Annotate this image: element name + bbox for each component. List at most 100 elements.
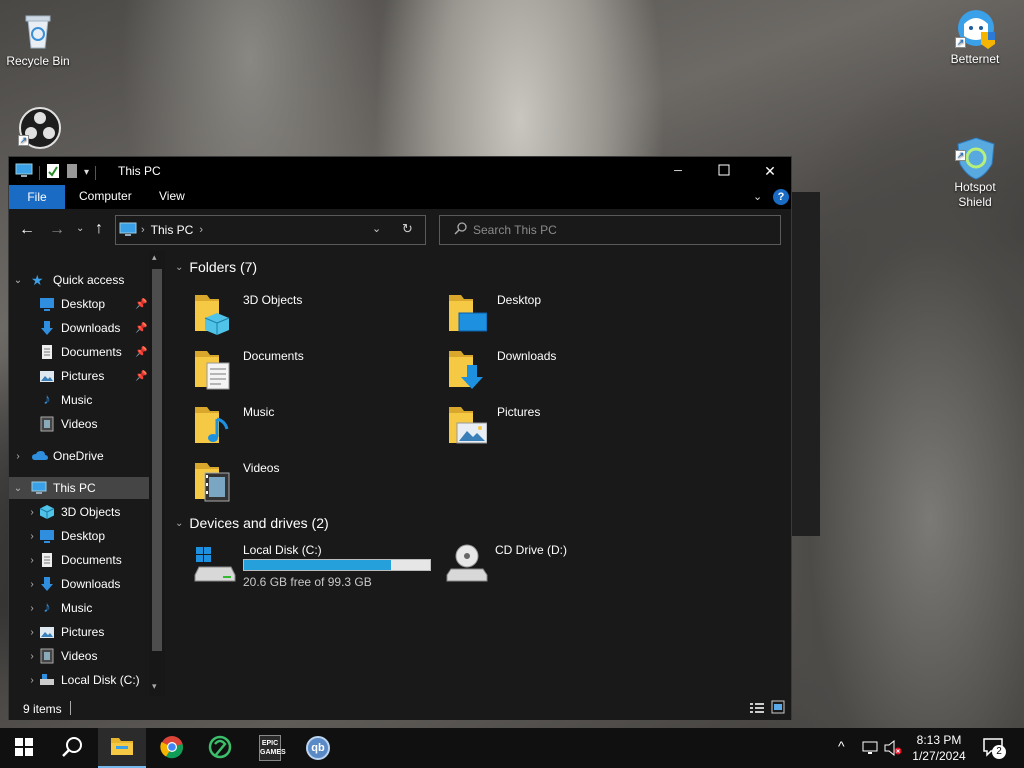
tab-computer[interactable]: Computer (79, 189, 132, 203)
recent-locations-button[interactable]: ⌄ (76, 223, 84, 234)
maximize-button[interactable] (701, 157, 747, 185)
nav-pc-3d-objects[interactable]: › 3D Objects (25, 501, 120, 523)
scroll-down-icon[interactable]: ▾ (152, 681, 157, 692)
pin-icon[interactable]: 📌 (135, 371, 147, 382)
chevron-right-icon[interactable]: › (25, 507, 39, 518)
new-folder-icon[interactable] (66, 163, 78, 182)
chevron-right-icon[interactable]: › (25, 627, 39, 638)
nav-quick-videos[interactable]: Videos (39, 413, 97, 435)
quick-access-toolbar: ▾ (15, 163, 97, 182)
nav-pc-local-disk[interactable]: › Local Disk (C:) (25, 669, 139, 691)
network-icon[interactable] (862, 740, 878, 759)
nav-quick-documents[interactable]: Documents 📌 (39, 341, 147, 363)
start-button[interactable] (0, 728, 48, 768)
properties-icon[interactable] (46, 163, 60, 182)
nav-quick-desktop[interactable]: Desktop 📌 (39, 293, 147, 315)
forward-button[interactable]: → (49, 221, 65, 239)
nav-quick-downloads[interactable]: Downloads 📌 (39, 317, 147, 339)
nav-pc-music[interactable]: › ♪ Music (25, 597, 92, 619)
devices-group-header[interactable]: ⌄ Devices and drives (2) (175, 515, 329, 531)
scroll-up-icon[interactable]: ▴ (152, 252, 157, 263)
folder-desktop[interactable]: Desktop (447, 291, 687, 343)
help-icon[interactable]: ? (773, 189, 789, 205)
tab-file[interactable]: File (9, 185, 65, 209)
breadcrumb-this-pc[interactable]: This PC (151, 223, 194, 237)
nav-pc-pictures[interactable]: › Pictures (25, 621, 104, 643)
address-dropdown-button[interactable]: ⌄ (372, 222, 381, 235)
details-view-icon[interactable] (749, 701, 765, 718)
close-icon: ✕ (764, 162, 776, 179)
desktop-icon-obs[interactable]: ↗ (3, 106, 73, 150)
desktop-icon-hotspot-shield[interactable]: ↗ Hotspot Shield (940, 106, 1010, 225)
folder-name: 3D Objects (243, 293, 303, 307)
taskbar-epic-games[interactable]: EPIC GAMES (246, 728, 294, 768)
nav-pc-documents[interactable]: › Documents (25, 549, 122, 571)
nav-label: Desktop (61, 297, 106, 311)
group-title: Folders (7) (189, 259, 258, 275)
nav-pc-videos[interactable]: › Videos (25, 645, 97, 667)
chevron-down-icon[interactable]: ⌄ (11, 483, 25, 494)
chevron-down-icon[interactable]: ⌄ (11, 275, 25, 286)
folder-videos[interactable]: Videos (193, 459, 433, 511)
chevron-right-icon[interactable]: › (25, 579, 39, 590)
pin-icon[interactable]: 📌 (135, 347, 147, 358)
nav-quick-access[interactable]: ⌄ ★ Quick access (11, 269, 125, 291)
chevron-right-icon[interactable]: › (25, 531, 39, 542)
drive-local-disk-c[interactable]: Local Disk (C:) 20.6 GB free of 99.3 GB (193, 543, 433, 595)
search-button[interactable] (48, 728, 96, 768)
expand-ribbon-icon[interactable]: ⌄ (753, 190, 762, 203)
drive-usage-fill (244, 560, 391, 570)
desktop-icon-betternet[interactable]: ↗ Betternet (940, 8, 1010, 67)
nav-onedrive[interactable]: › OneDrive (11, 445, 103, 467)
pin-icon[interactable]: 📌 (135, 299, 147, 310)
desktop-icon-label: Hotspot Shield (954, 180, 996, 209)
nav-pc-desktop[interactable]: › Desktop (25, 525, 105, 547)
large-icons-view-icon[interactable] (771, 700, 785, 717)
address-bar[interactable]: › This PC › ⌄ ↻ (115, 215, 426, 245)
chevron-right-icon[interactable]: › (25, 651, 39, 662)
tab-view[interactable]: View (159, 189, 185, 203)
folder-music[interactable]: Music (193, 403, 433, 455)
folder-downloads[interactable]: Downloads (447, 347, 687, 399)
chevron-down-icon[interactable]: ⌄ (175, 262, 183, 273)
up-button[interactable]: ↑ (95, 220, 103, 238)
notification-center-button[interactable]: 2 (982, 736, 1006, 761)
nav-quick-pictures[interactable]: Pictures 📌 (39, 365, 147, 387)
folder-pictures[interactable]: Pictures (447, 403, 687, 455)
clock[interactable]: 8:13 PM 1/27/2024 (906, 732, 972, 764)
drive-icon (39, 672, 55, 688)
breadcrumb-separator-icon[interactable]: › (141, 224, 145, 236)
chevron-right-icon[interactable]: › (25, 675, 39, 686)
taskbar-green-app[interactable] (196, 728, 244, 768)
nav-pc-downloads[interactable]: › Downloads (25, 573, 120, 595)
taskbar-file-explorer[interactable] (98, 728, 146, 768)
folder-3d-objects[interactable]: 3D Objects (193, 291, 433, 343)
chevron-right-icon[interactable]: › (11, 451, 25, 462)
taskbar-chrome[interactable] (148, 728, 196, 768)
folder-documents[interactable]: Documents (193, 347, 433, 399)
chevron-down-icon[interactable]: ⌄ (175, 518, 183, 529)
scrollbar-thumb[interactable] (152, 269, 162, 651)
taskbar-qbittorrent[interactable]: qb (294, 728, 342, 768)
volume-muted-icon[interactable] (884, 739, 902, 759)
pin-icon[interactable]: 📌 (135, 323, 147, 334)
breadcrumb-separator-icon[interactable]: › (199, 224, 203, 236)
minimize-button[interactable]: ─ (655, 157, 701, 185)
nav-quick-music[interactable]: ♪ Music (39, 389, 92, 411)
search-box[interactable]: Search This PC (439, 215, 781, 245)
search-input[interactable]: Search This PC (473, 223, 557, 237)
title-bar[interactable]: ▾ This PC ─ ✕ (9, 157, 791, 185)
chevron-right-icon[interactable]: › (25, 603, 39, 614)
folders-group-header[interactable]: ⌄ Folders (7) (175, 259, 265, 275)
back-button[interactable]: ← (19, 221, 35, 239)
refresh-button[interactable]: ↻ (402, 221, 413, 237)
show-hidden-icons-button[interactable]: ^ (838, 738, 845, 754)
customize-toolbar-icon[interactable]: ▾ (84, 167, 89, 178)
nav-this-pc[interactable]: ⌄ This PC (9, 477, 149, 499)
chevron-right-icon[interactable]: › (25, 555, 39, 566)
drive-cd-d[interactable]: CD Drive (D:) (445, 543, 685, 595)
desktop-icon-recycle-bin[interactable]: Recycle Bin (3, 10, 73, 69)
desktop-icon (39, 528, 55, 544)
nav-scrollbar[interactable]: ▴ ▾ (149, 251, 165, 696)
close-button[interactable]: ✕ (747, 157, 793, 185)
